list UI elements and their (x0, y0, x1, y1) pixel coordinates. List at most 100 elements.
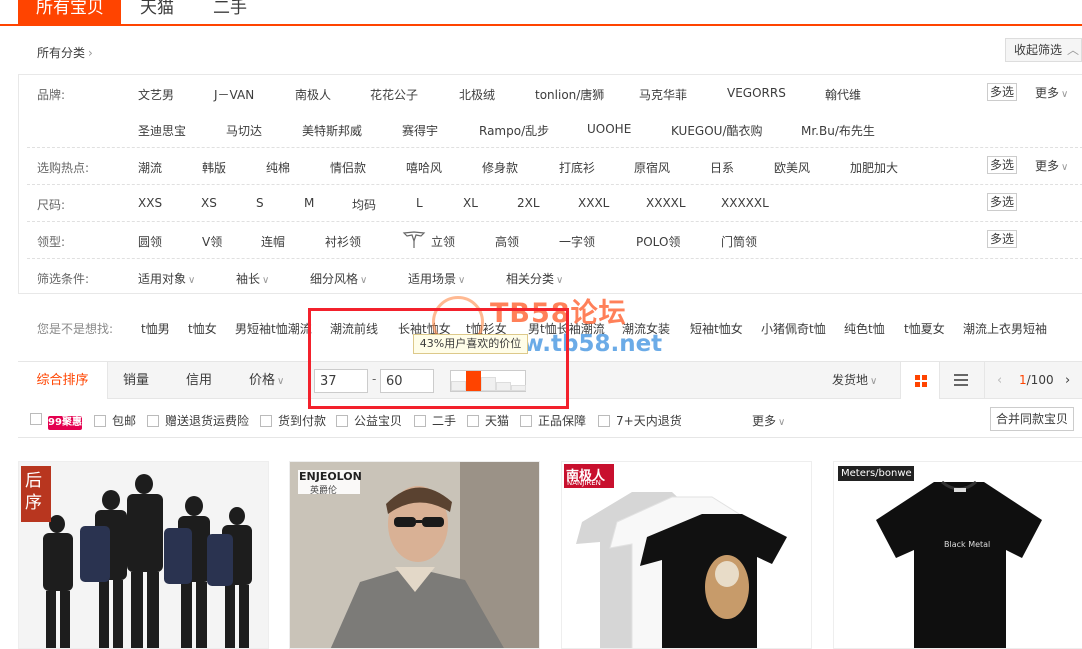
service-option-99[interactable]: 99聚惠 (30, 412, 82, 430)
brand-item[interactable]: 圣迪思宝 (138, 122, 186, 139)
brand-item[interactable]: 马克华菲 (639, 86, 687, 103)
collar-item[interactable]: 连帽 (261, 233, 285, 250)
service-option[interactable]: 货到付款 (260, 412, 326, 429)
price-histogram-bar[interactable] (511, 385, 526, 391)
size-item[interactable]: M (304, 196, 314, 210)
ship-from-dropdown[interactable]: 发货地 ∨ (832, 362, 877, 399)
product-card[interactable]: ENJEOLON 英爵伦 (289, 461, 540, 649)
brand-item[interactable]: 翰代维 (825, 86, 861, 103)
collar-item[interactable]: 高领 (495, 233, 519, 250)
hot-more-link[interactable]: 更多 ∨ (1035, 157, 1068, 174)
hot-item[interactable]: 修身款 (482, 159, 518, 176)
product-card[interactable]: Meters/bonwe Black Metal (833, 461, 1082, 649)
brand-item[interactable]: KUEGOU/酷衣购 (671, 122, 762, 139)
product-card[interactable]: 后序 (18, 461, 269, 649)
hot-item[interactable]: 日系 (710, 159, 734, 176)
hot-item[interactable]: 情侣款 (330, 159, 366, 176)
hot-item[interactable]: 嘻哈风 (406, 159, 442, 176)
collapse-filters-button[interactable]: 收起筛选 ︿ (1005, 38, 1082, 62)
service-option[interactable]: 二手 (414, 412, 456, 429)
hot-item[interactable]: 潮流 (138, 159, 162, 176)
services-more-link[interactable]: 更多 ∨ (752, 412, 785, 429)
brand-item[interactable]: 赛得宇 (402, 122, 438, 139)
price-max-input[interactable] (380, 369, 434, 393)
suggestion-link[interactable]: 纯色t恤 (844, 320, 885, 337)
brand-item[interactable]: VEGORRS (727, 86, 786, 100)
suggestion-link[interactable]: t恤男 (141, 320, 170, 337)
brand-more-link[interactable]: 更多 ∨ (1035, 84, 1068, 101)
checkbox[interactable] (520, 415, 532, 427)
product-card[interactable]: 南极人 NANJIREN (561, 461, 812, 649)
checkbox[interactable] (94, 415, 106, 427)
price-histogram[interactable] (450, 370, 526, 392)
brand-item[interactable]: 南极人 (295, 86, 331, 103)
collar-item[interactable]: 圆领 (138, 233, 162, 250)
price-min-input[interactable] (314, 369, 368, 393)
size-item[interactable]: L (416, 196, 423, 210)
size-item[interactable]: XXXXXL (721, 196, 769, 210)
hot-item[interactable]: 打底衫 (559, 159, 595, 176)
service-option[interactable]: 赠送退货运费险 (147, 412, 249, 429)
condition-dropdown[interactable]: 适用对象 ∨ (138, 270, 195, 287)
collar-item[interactable]: V领 (202, 233, 222, 250)
suggestion-link[interactable]: t恤女 (188, 320, 217, 337)
size-item[interactable]: XXXL (578, 196, 609, 210)
size-multiselect-button[interactable]: 多选 (987, 193, 1017, 211)
hot-item[interactable]: 韩版 (202, 159, 226, 176)
sort-default-button[interactable]: 综合排序 (18, 362, 108, 399)
suggestion-link[interactable]: 男短袖t恤潮流 (235, 320, 312, 337)
suggestion-link[interactable]: t恤夏女 (904, 320, 945, 337)
tab-tmall[interactable]: 天猫 (140, 0, 174, 24)
service-option[interactable]: 包邮 (94, 412, 136, 429)
checkbox[interactable] (598, 415, 610, 427)
size-item[interactable]: 均码 (352, 196, 376, 213)
collar-item[interactable]: 衬衫领 (325, 233, 361, 250)
grid-view-button[interactable] (900, 362, 940, 399)
hot-item[interactable]: 欧美风 (774, 159, 810, 176)
size-item[interactable]: 2XL (517, 196, 540, 210)
condition-dropdown[interactable]: 相关分类 ∨ (506, 270, 563, 287)
service-option[interactable]: 7+天内退货 (598, 412, 682, 429)
suggestion-link[interactable]: 潮流上衣男短袖 (963, 320, 1047, 337)
next-page-icon[interactable]: › (1065, 362, 1070, 399)
condition-dropdown[interactable]: 适用场景 ∨ (408, 270, 465, 287)
brand-item[interactable]: 马切达 (226, 122, 262, 139)
tab-secondhand[interactable]: 二手 (213, 0, 247, 24)
size-item[interactable]: XXS (138, 196, 162, 210)
size-item[interactable]: S (256, 196, 264, 210)
size-item[interactable]: XS (201, 196, 217, 210)
collar-item[interactable]: 立领 (431, 233, 455, 250)
size-item[interactable]: XL (463, 196, 478, 210)
brand-item[interactable]: tonlion/唐狮 (535, 86, 604, 103)
hot-item[interactable]: 原宿风 (634, 159, 670, 176)
hot-item[interactable]: 纯棉 (266, 159, 290, 176)
checkbox[interactable] (260, 415, 272, 427)
brand-item[interactable]: 北极绒 (459, 86, 495, 103)
service-option[interactable]: 公益宝贝 (336, 412, 402, 429)
category-breadcrumb[interactable]: 所有分类 › (37, 44, 93, 61)
brand-item[interactable]: J－VAN (214, 86, 254, 103)
suggestion-link[interactable]: 小猪佩奇t恤 (761, 320, 826, 337)
collar-item[interactable]: 门筒领 (721, 233, 757, 250)
service-option[interactable]: 正品保障 (520, 412, 586, 429)
collar-multiselect-button[interactable]: 多选 (987, 230, 1017, 248)
checkbox[interactable] (147, 415, 159, 427)
collar-item[interactable]: POLO领 (636, 233, 680, 250)
list-view-button[interactable] (954, 374, 968, 386)
sort-price-button[interactable]: 价格 ∨ (249, 362, 284, 399)
condition-dropdown[interactable]: 袖长 ∨ (236, 270, 269, 287)
sort-credit-button[interactable]: 信用 (186, 362, 212, 399)
hot-item[interactable]: 加肥加大 (850, 159, 898, 176)
service-option[interactable]: 天猫 (467, 412, 509, 429)
brand-item[interactable]: UOOHE (587, 122, 631, 136)
brand-item[interactable]: 美特斯邦威 (302, 122, 362, 139)
brand-item[interactable]: 花花公子 (370, 86, 418, 103)
tab-all-items[interactable]: 所有宝贝 (18, 0, 121, 24)
price-histogram-bar[interactable] (451, 381, 466, 391)
price-histogram-bar[interactable] (496, 382, 511, 391)
brand-item[interactable]: 文艺男 (138, 86, 174, 103)
checkbox[interactable] (30, 413, 42, 425)
size-item[interactable]: XXXXL (646, 196, 686, 210)
sort-sales-button[interactable]: 销量 (123, 362, 149, 399)
brand-multiselect-button[interactable]: 多选 (987, 83, 1017, 101)
